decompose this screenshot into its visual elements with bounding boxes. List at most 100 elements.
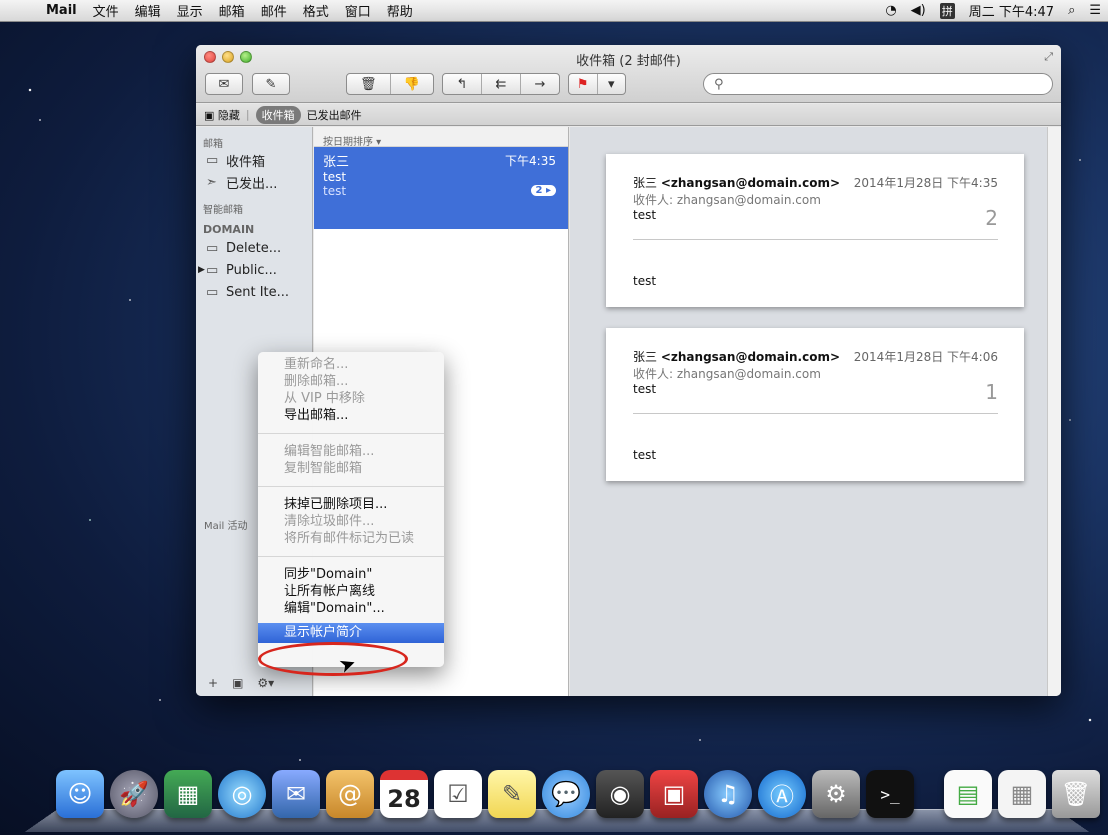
trash-icon[interactable]: 🗑 [1052, 770, 1100, 818]
document-icon[interactable]: ▤ [944, 770, 992, 818]
message-subject: test [633, 208, 657, 222]
fullscreen-icon[interactable]: ⤢ [1044, 50, 1053, 64]
thread-count-badge[interactable]: 2 ▸ [530, 185, 556, 196]
add-mailbox-button[interactable]: + [208, 676, 218, 690]
contacts-icon[interactable]: @ [326, 770, 374, 818]
message-body: test [633, 448, 657, 462]
terminal-icon[interactable]: >_ [866, 770, 914, 818]
sidebar-item-inbox[interactable]: ▭ 收件箱 [196, 149, 312, 171]
facetime-icon[interactable]: ◉ [596, 770, 644, 818]
reminders-icon[interactable]: ☑ [434, 770, 482, 818]
menu-app-name[interactable]: Mail [38, 3, 85, 18]
reader-scrollbar[interactable] [1047, 127, 1061, 696]
menu-item-edit-smart-mailbox: 编辑智能邮箱... [284, 444, 375, 459]
get-mail-button[interactable]: ✉ [205, 73, 243, 95]
message-time: 下午4:35 [505, 154, 556, 168]
menu-item-export-mailbox[interactable]: 导出邮箱... [258, 407, 444, 424]
reply-all-button[interactable]: ⇇ [481, 74, 520, 94]
input-method-icon[interactable]: 拼 [939, 2, 955, 19]
app-store-icon[interactable]: Ⓐ [758, 770, 806, 818]
message-to: 收件人: zhangsan@domain.com [633, 193, 821, 207]
menu-message[interactable]: 邮件 [253, 1, 295, 20]
sidebar-item-public[interactable]: ▶ ▭ Public... [196, 259, 312, 281]
message-card[interactable]: 张三 <zhangsan@domain.com> 2014年1月28日 下午4:… [606, 154, 1024, 307]
mission-control-icon[interactable]: ▦ [164, 770, 212, 818]
menu-item-edit-domain[interactable]: 编辑"Domain"... [258, 600, 444, 617]
message-number: 2 [985, 206, 998, 230]
sidebar-header-smart: 智能邮箱 [203, 205, 243, 216]
message-card[interactable]: 张三 <zhangsan@domain.com> 2014年1月28日 下午4:… [606, 328, 1024, 481]
notification-center-icon[interactable]: ☰ [1082, 3, 1108, 18]
dock: ☺ 🚀 ▦ ◎ ✉ @ 28 ☑ ✎ 💬 ◉ ▣ ♫ Ⓐ ⚙ >_ ▤ ▦ 🗑 [24, 770, 1100, 835]
finder-icon[interactable]: ☺ [56, 770, 104, 818]
favorites-divider: | [245, 108, 250, 121]
sidebar-header-account: DOMAIN [203, 223, 255, 236]
sidebar-item-sent[interactable]: ➣ 已发出... [196, 171, 312, 193]
dock-icons: ☺ 🚀 ▦ ◎ ✉ @ 28 ☑ ✎ 💬 ◉ ▣ ♫ Ⓐ ⚙ >_ ▤ ▦ 🗑 [56, 770, 1100, 818]
junk-button[interactable]: 👎 [389, 74, 434, 94]
flag-button[interactable]: ⚑ [569, 74, 597, 94]
menu-separator [258, 556, 444, 557]
downloads-stack-icon[interactable]: ▦ [998, 770, 1046, 818]
status-area: ◔ ◀) 拼 周二 下午4:47 ⌕ ☰ [878, 1, 1108, 20]
compose-button[interactable]: ✎ [252, 73, 290, 95]
messages-icon[interactable]: 💬 [542, 770, 590, 818]
envelope-icon: ✉ [218, 76, 230, 92]
menu-file[interactable]: 文件 [85, 1, 127, 20]
menu-item-erase-deleted[interactable]: 抹掉已删除项目... [258, 496, 444, 513]
window-titlebar: 收件箱 (2 封邮件) ⤢ ✉ ✎ 🗑 👎 ↰ ⇇ → ⚑ ▾ ⚲ [196, 45, 1061, 103]
message-number: 1 [985, 380, 998, 404]
forward-button[interactable]: → [520, 74, 559, 94]
trash-button[interactable]: 🗑 [347, 74, 390, 94]
menu-item-sync-domain[interactable]: 同步"Domain" [258, 566, 444, 583]
search-icon: ⚲ [714, 76, 724, 92]
disclosure-triangle-icon[interactable]: ▶ [198, 265, 206, 275]
window-title: 收件箱 (2 封邮件) [576, 54, 681, 69]
menu-format[interactable]: 格式 [295, 1, 337, 20]
gear-icon[interactable]: ⚙▾ [257, 676, 274, 690]
show-activity-button[interactable]: ▣ [232, 676, 243, 690]
menu-item-remove-vip: 从 VIP 中移除 [284, 391, 365, 406]
safari-icon[interactable]: ◎ [218, 770, 266, 818]
menu-bar: Mail 文件 编辑 显示 邮箱 邮件 格式 窗口 帮助 ◔ ◀) 拼 周二 下… [0, 0, 1108, 22]
sort-by-date-button[interactable]: 按日期排序 ▾ [314, 127, 568, 148]
message-to: 收件人: zhangsan@domain.com [633, 367, 821, 381]
menu-item-take-all-offline[interactable]: 让所有帐户离线 [258, 583, 444, 600]
volume-icon[interactable]: ◀) [904, 3, 933, 18]
menu-item-delete-mailbox: 删除邮箱... [284, 374, 349, 389]
itunes-icon[interactable]: ♫ [704, 770, 752, 818]
list-item[interactable]: 张三 下午4:35 test test 2 ▸ [314, 147, 568, 229]
divider [633, 239, 998, 240]
message-preview: test [323, 184, 347, 198]
divider [633, 413, 998, 414]
favorite-inbox[interactable]: 收件箱 [255, 105, 301, 124]
menu-help[interactable]: 帮助 [379, 1, 421, 20]
sidebar-item-sent-items[interactable]: ▭ Sent Ite... [196, 281, 312, 303]
paper-plane-icon: ➣ [206, 174, 217, 190]
time-machine-icon[interactable]: ◔ [878, 3, 903, 18]
menu-view[interactable]: 显示 [169, 1, 211, 20]
sidebar-toolbar: + ▣ ⚙▾ [196, 670, 313, 696]
menu-window[interactable]: 窗口 [337, 1, 379, 20]
system-preferences-icon[interactable]: ⚙ [812, 770, 860, 818]
favorite-sent[interactable]: 已发出邮件 [307, 107, 362, 123]
sidebar-item-deleted[interactable]: ▭ Delete... [196, 237, 312, 259]
menubar-clock[interactable]: 周二 下午4:47 [962, 1, 1061, 20]
menu-edit[interactable]: 编辑 [127, 1, 169, 20]
context-menu: 重新命名... 删除邮箱... 从 VIP 中移除 导出邮箱... 编辑智能邮箱… [258, 352, 444, 667]
hide-mailboxes-button[interactable]: ▣ 隐藏 [204, 107, 240, 123]
calendar-icon[interactable]: 28 [380, 770, 428, 818]
mail-icon[interactable]: ✉ [272, 770, 320, 818]
spotlight-icon[interactable]: ⌕ [1061, 3, 1082, 18]
menu-mailbox[interactable]: 邮箱 [211, 1, 253, 20]
notes-icon[interactable]: ✎ [488, 770, 536, 818]
message-date: 2014年1月28日 下午4:06 [853, 350, 998, 364]
message-subject: test [633, 382, 657, 396]
photo-booth-icon[interactable]: ▣ [650, 770, 698, 818]
reply-button[interactable]: ↰ [443, 74, 481, 94]
compose-icon: ✎ [265, 76, 277, 92]
search-input[interactable]: ⚲ [703, 73, 1053, 95]
flag-menu-chevron-icon[interactable]: ▾ [596, 74, 626, 94]
launchpad-icon[interactable]: 🚀 [110, 770, 158, 818]
menu-item-show-account-info[interactable]: 显示帐户简介 [258, 623, 444, 643]
